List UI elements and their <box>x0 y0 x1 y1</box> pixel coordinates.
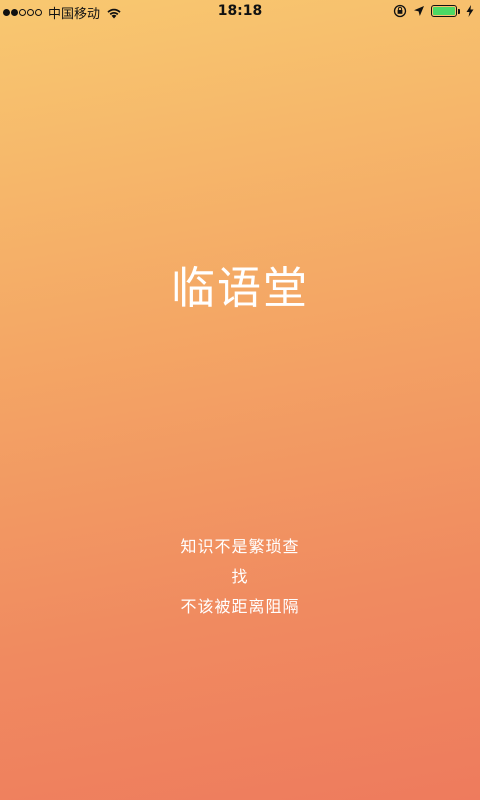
tagline-line: 不该被距离阻隔 <box>180 597 300 616</box>
location-arrow-icon <box>414 6 424 16</box>
tagline-line: 知识不是繁琐查 <box>180 537 300 556</box>
status-right <box>387 4 474 18</box>
orientation-lock-icon <box>393 4 407 18</box>
charging-bolt-icon <box>466 5 474 17</box>
battery-icon <box>431 5 457 17</box>
battery-fill <box>433 7 455 15</box>
status-bar: 中国移动 18:18 <box>0 0 480 24</box>
app-title: 临语堂 <box>171 263 309 314</box>
tagline: 知识不是繁琐查 找 不该被距离阻隔 <box>0 532 480 622</box>
battery-cap <box>458 8 460 14</box>
tagline-line: 找 <box>231 567 249 586</box>
